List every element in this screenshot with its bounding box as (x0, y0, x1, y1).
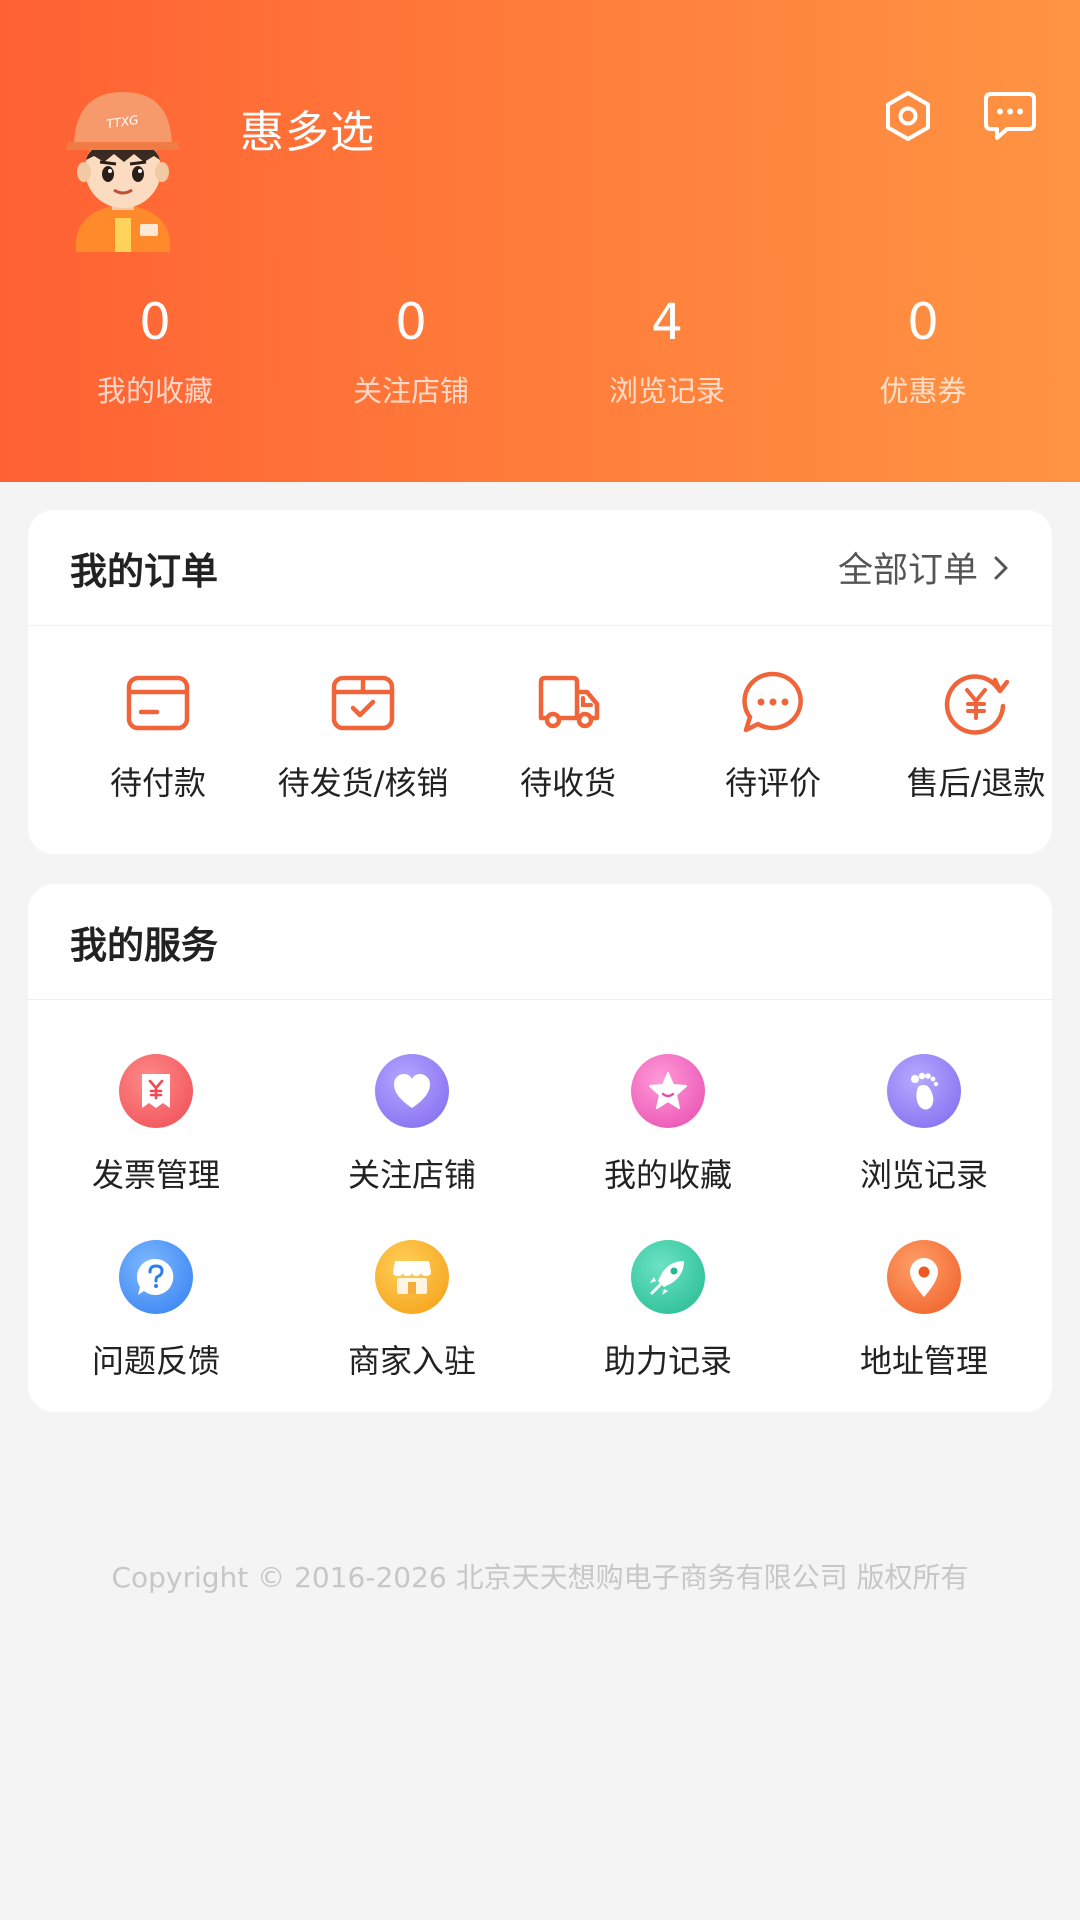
service-followed-shops[interactable]: 关注店铺 (312, 1054, 512, 1196)
stat-browse-history[interactable]: 4 浏览记录 (567, 290, 767, 410)
order-label: 待发货/核销 (277, 764, 449, 802)
stat-followed-shops[interactable]: 0 关注店铺 (311, 290, 511, 410)
stat-value: 4 (651, 293, 683, 351)
order-label: 待付款 (109, 764, 206, 802)
box-check-icon (328, 668, 398, 738)
username: 惠多选 (240, 107, 375, 158)
order-pending-shipment[interactable]: 待发货/核销 (263, 668, 463, 804)
copyright-text: Copyright © 2016-2026 北京天天想购电子商务有限公司 版权所… (111, 1561, 969, 1594)
stat-coupons[interactable]: 0 优惠券 (823, 290, 1023, 410)
stat-label: 浏览记录 (608, 374, 725, 408)
service-label: 商家入驻 (347, 1342, 476, 1380)
service-address[interactable]: 地址管理 (824, 1240, 1024, 1382)
stats-row: 0 我的收藏 0 关注店铺 4 浏览记录 0 优惠券 (0, 290, 1080, 420)
orders-card-header: 我的订单 全部订单 (28, 510, 1052, 626)
stat-favorites[interactable]: 0 我的收藏 (55, 290, 255, 410)
all-orders-link[interactable]: 全部订单 (838, 542, 1010, 593)
orders-title: 我的订单 (70, 549, 218, 593)
profile-header: TTXG 惠多选 0 我的收藏 0 关注店铺 4 浏览记录 0 优惠券 (0, 0, 1080, 482)
footprint-icon (887, 1054, 961, 1128)
service-label: 关注店铺 (347, 1156, 476, 1194)
stat-label: 关注店铺 (352, 374, 469, 408)
service-merchant-join[interactable]: 商家入驻 (312, 1240, 512, 1382)
service-browse-history[interactable]: 浏览记录 (824, 1054, 1024, 1196)
order-pending-receipt[interactable]: 待收货 (468, 668, 668, 804)
order-label: 售后/退款 (906, 764, 1046, 802)
service-favorites[interactable]: 我的收藏 (568, 1054, 768, 1196)
stat-label: 我的收藏 (96, 374, 213, 408)
service-label: 浏览记录 (859, 1156, 988, 1194)
avatar[interactable]: TTXG (58, 82, 188, 262)
order-after-sales[interactable]: 售后/退款 (876, 668, 1076, 804)
settings-hexagon-icon[interactable] (880, 88, 936, 144)
orders-card: 我的订单 全部订单 待付款 待发货/核销 待收货 待评价 售后/退款 (28, 510, 1052, 854)
delivery-truck-icon (533, 668, 603, 738)
service-label: 地址管理 (859, 1342, 988, 1380)
heart-icon (375, 1054, 449, 1128)
services-card: 我的服务 发票管理 关注店铺 我的收藏 浏览记录 问题反馈 商家入驻 助力记录 … (28, 884, 1052, 1412)
question-icon (119, 1240, 193, 1314)
service-assist-records[interactable]: 助力记录 (568, 1240, 768, 1382)
star-icon (631, 1054, 705, 1128)
services-card-header: 我的服务 (28, 884, 1052, 1000)
stat-label: 优惠券 (879, 374, 967, 408)
chevron-right-icon (994, 556, 1008, 579)
invoice-icon (119, 1054, 193, 1128)
wallet-card-icon (123, 668, 193, 738)
stat-value: 0 (907, 293, 939, 351)
service-invoice[interactable]: 发票管理 (56, 1054, 256, 1196)
message-bubble-icon[interactable] (982, 88, 1038, 144)
yen-refund-icon (941, 668, 1011, 738)
service-label: 问题反馈 (91, 1342, 220, 1380)
service-label: 发票管理 (91, 1156, 220, 1194)
store-icon (375, 1240, 449, 1314)
rocket-icon (631, 1240, 705, 1314)
service-label: 助力记录 (603, 1342, 732, 1380)
all-orders-label: 全部订单 (837, 551, 978, 591)
order-pending-payment[interactable]: 待付款 (58, 668, 258, 804)
order-label: 待收货 (519, 764, 616, 802)
stat-value: 0 (139, 293, 171, 351)
orders-row: 待付款 待发货/核销 待收货 待评价 售后/退款 (28, 626, 1052, 852)
services-title: 我的服务 (70, 923, 218, 967)
order-pending-review[interactable]: 待评价 (673, 668, 873, 804)
location-pin-icon (887, 1240, 961, 1314)
service-label: 我的收藏 (603, 1156, 732, 1194)
stat-value: 0 (395, 293, 427, 351)
comment-dots-icon (738, 668, 808, 738)
service-feedback[interactable]: 问题反馈 (56, 1240, 256, 1382)
order-label: 待评价 (724, 764, 821, 802)
